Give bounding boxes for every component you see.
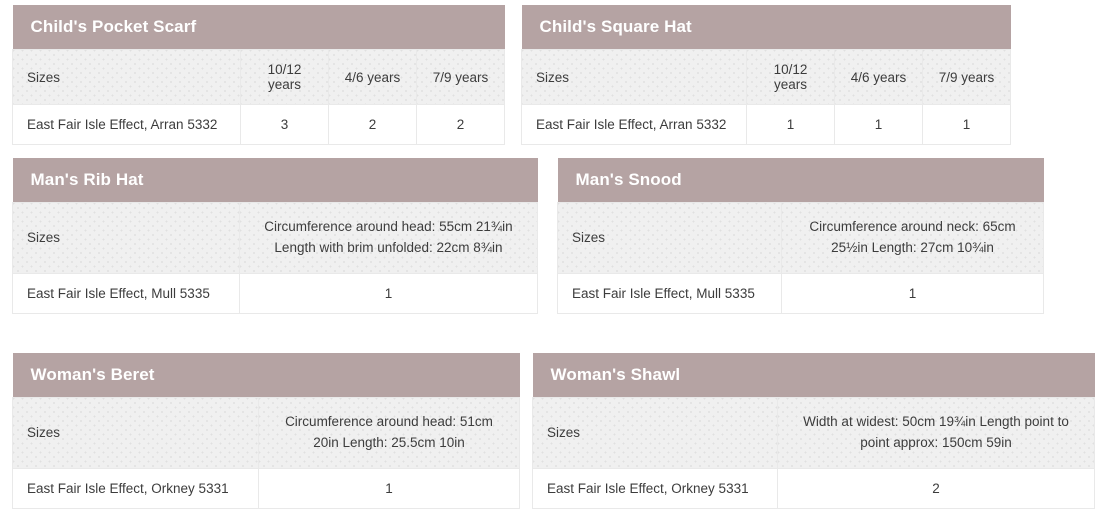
yarn-name: East Fair Isle Effect, Mull 5335	[12, 272, 240, 314]
size-table-mans-snood: Man's Snood Sizes Circumference around n…	[557, 158, 1045, 314]
table-row: East Fair Isle Effect, Arran 5332 1 1 1	[521, 104, 1012, 145]
table-header-row: Sizes Circumference around head: 55cm 21…	[12, 202, 538, 274]
table-title-row: Child's Pocket Scarf	[12, 5, 505, 50]
sizes-label: Sizes	[12, 202, 240, 274]
size-table-womans-beret: Woman's Beret Sizes Circumference around…	[12, 353, 520, 509]
yarn-name: East Fair Isle Effect, Orkney 5331	[532, 467, 778, 509]
measurements-text: Circumference around neck: 65cm 25½in Le…	[780, 202, 1045, 274]
yarn-name: East Fair Isle Effect, Arran 5332	[12, 104, 241, 145]
column-header-size-2: 4/6 years	[834, 49, 923, 105]
yarn-name: East Fair Isle Effect, Orkney 5331	[12, 467, 259, 509]
size-table-womans-shawl: Woman's Shawl Sizes Width at widest: 50c…	[532, 353, 1096, 509]
quantity: 1	[239, 272, 538, 314]
quantity: 2	[776, 467, 1096, 509]
column-header-size-1: 10/12 years	[240, 49, 329, 105]
table-title: Child's Square Hat	[521, 5, 1011, 50]
sizes-label: Sizes	[12, 397, 259, 469]
quantity-size-3: 1	[921, 104, 1012, 145]
measurements-text: Circumference around head: 55cm 21¾in Le…	[239, 202, 538, 274]
table-header-row: Sizes Width at widest: 50cm 19¾in Length…	[532, 397, 1096, 469]
quantity-size-2: 1	[834, 104, 923, 145]
quantity-size-2: 2	[328, 104, 417, 145]
sizes-label: Sizes	[532, 397, 778, 469]
sizes-label: Sizes	[521, 49, 747, 105]
table-title: Woman's Beret	[12, 353, 520, 398]
quantity-size-3: 2	[415, 104, 506, 145]
table-row: East Fair Isle Effect, Mull 5335 1	[12, 272, 538, 314]
sizes-label: Sizes	[12, 49, 241, 105]
yarn-name: East Fair Isle Effect, Mull 5335	[557, 272, 782, 314]
column-header-size-3: 7/9 years	[415, 49, 506, 105]
sizes-label: Sizes	[557, 202, 782, 274]
column-header-size-3: 7/9 years	[921, 49, 1012, 105]
quantity: 1	[780, 272, 1045, 314]
table-title: Child's Pocket Scarf	[12, 5, 505, 50]
table-row: East Fair Isle Effect, Mull 5335 1	[557, 272, 1045, 314]
column-header-size-1: 10/12 years	[746, 49, 835, 105]
table-row: East Fair Isle Effect, Orkney 5331 2	[532, 467, 1096, 509]
measurements-text: Width at widest: 50cm 19¾in Length point…	[776, 397, 1096, 469]
table-header-row: Sizes 10/12 years 4/6 years 7/9 years	[521, 49, 1012, 105]
size-tables-page: Child's Pocket Scarf Sizes 10/12 years 4…	[0, 0, 1105, 525]
measurements-text: Circumference around head: 51cm 20in Len…	[258, 397, 520, 469]
table-title: Woman's Shawl	[532, 353, 1095, 398]
quantity-size-1: 1	[746, 104, 835, 145]
table-header-row: Sizes Circumference around head: 51cm 20…	[12, 397, 520, 469]
size-table-mans-rib-hat: Man's Rib Hat Sizes Circumference around…	[12, 158, 538, 314]
table-title-row: Child's Square Hat	[521, 5, 1011, 50]
table-title: Man's Snood	[557, 158, 1044, 203]
table-title-row: Man's Snood	[557, 158, 1044, 203]
table-title-row: Woman's Beret	[12, 353, 520, 398]
table-title: Man's Rib Hat	[12, 158, 538, 203]
table-header-row: Sizes 10/12 years 4/6 years 7/9 years	[12, 49, 506, 105]
size-table-childs-pocket-scarf: Child's Pocket Scarf Sizes 10/12 years 4…	[12, 5, 506, 145]
table-row: East Fair Isle Effect, Orkney 5331 1	[12, 467, 520, 509]
table-title-row: Woman's Shawl	[532, 353, 1095, 398]
table-title-row: Man's Rib Hat	[12, 158, 538, 203]
size-table-childs-square-hat: Child's Square Hat Sizes 10/12 years 4/6…	[521, 5, 1012, 145]
column-header-size-2: 4/6 years	[328, 49, 417, 105]
table-row: East Fair Isle Effect, Arran 5332 3 2 2	[12, 104, 506, 145]
yarn-name: East Fair Isle Effect, Arran 5332	[521, 104, 747, 145]
quantity-size-1: 3	[240, 104, 329, 145]
table-header-row: Sizes Circumference around neck: 65cm 25…	[557, 202, 1045, 274]
quantity: 1	[258, 467, 520, 509]
